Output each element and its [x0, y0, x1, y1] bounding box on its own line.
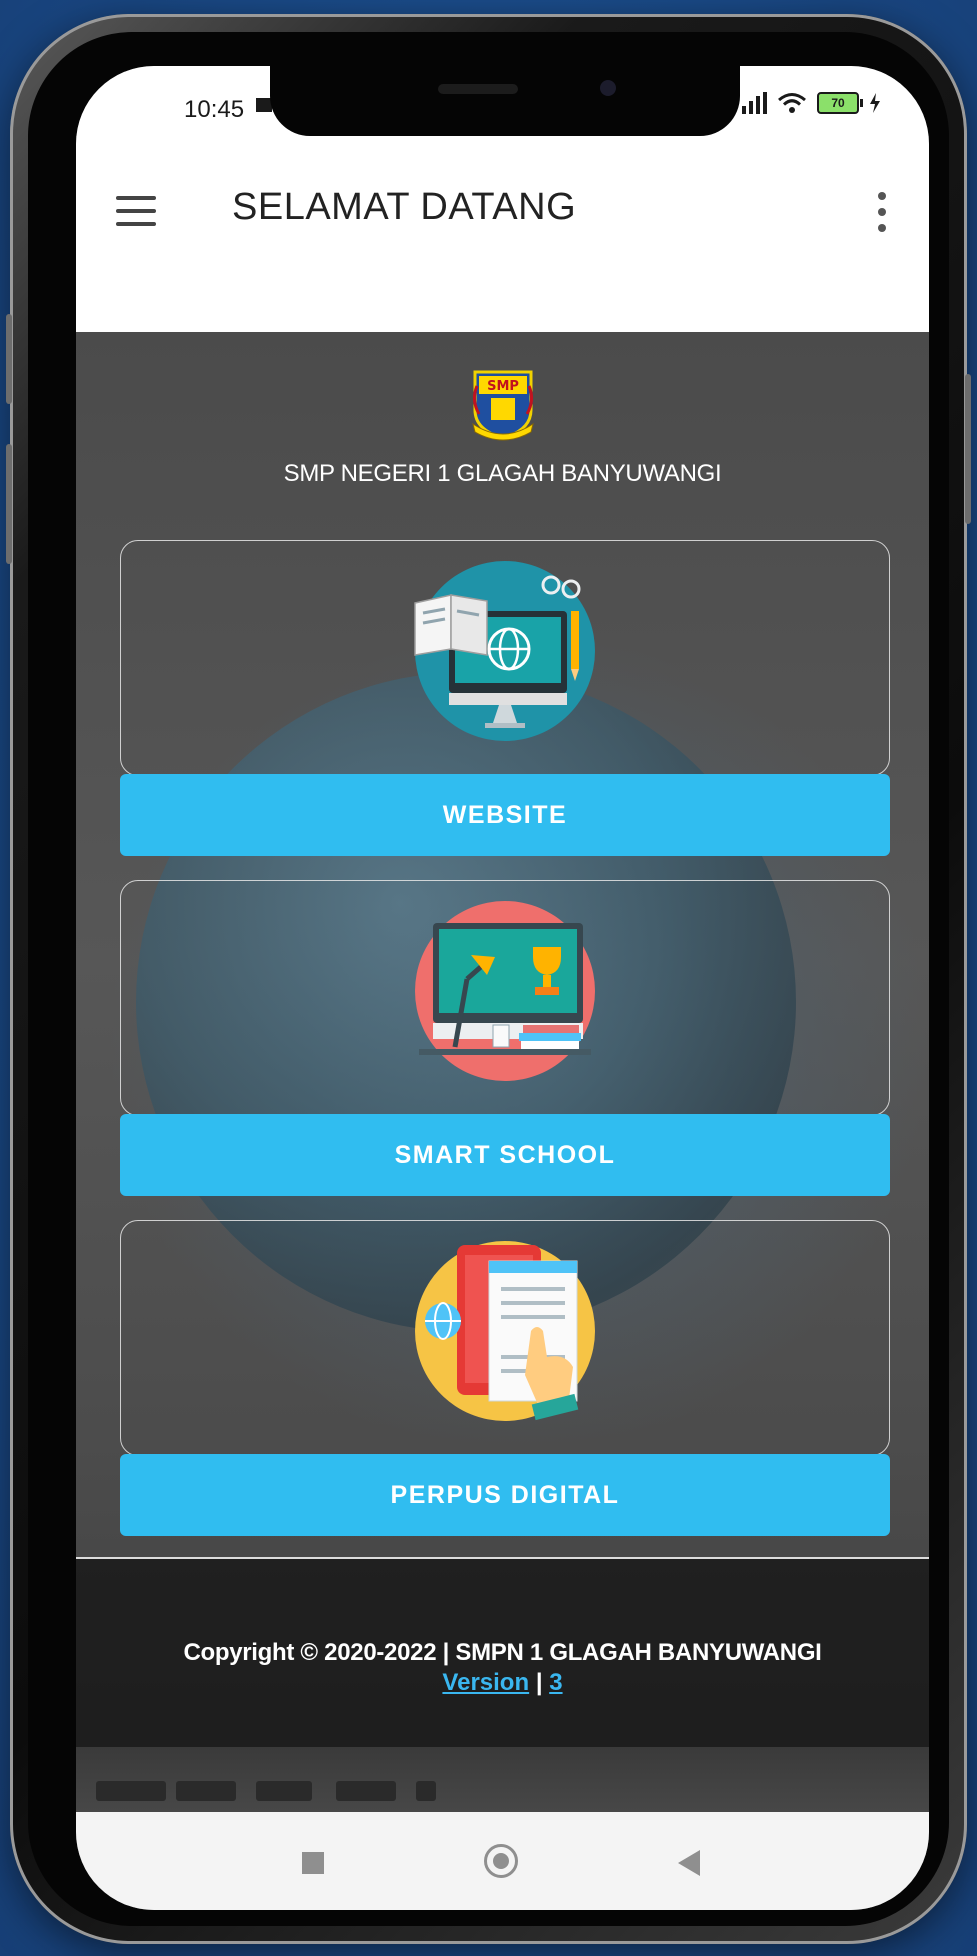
website-button[interactable]: WEBSITE: [120, 774, 890, 856]
computer-globe-icon: [414, 561, 595, 741]
front-camera: [600, 80, 616, 96]
app-title: SELAMAT DATANG: [232, 186, 577, 228]
copyright-text: Copyright © 2020-2022 | SMPN 1 GLAGAH BA…: [183, 1639, 822, 1666]
app-bar: SELAMAT DATANG: [76, 146, 929, 332]
back-button[interactable]: [678, 1850, 700, 1876]
status-icons: 70: [742, 92, 881, 114]
version-line: Version | 3: [76, 1669, 929, 1697]
version-number-link[interactable]: 3: [549, 1669, 562, 1696]
recent-apps-button[interactable]: [302, 1852, 324, 1874]
phone-notch: [270, 66, 740, 136]
signal-icon: [742, 92, 767, 114]
side-button-left: [6, 314, 12, 404]
android-nav-bar: [76, 1812, 929, 1910]
perpus-digital-card[interactable]: [120, 1220, 890, 1456]
side-button-right: [965, 374, 971, 524]
side-button-left: [6, 444, 12, 564]
keyboard-key: [176, 1781, 236, 1801]
battery-icon: 70: [817, 92, 863, 114]
desk-trophy-icon: [415, 901, 595, 1081]
keyboard-key: [256, 1781, 312, 1801]
perpus-digital-button[interactable]: PERPUS DIGITAL: [120, 1454, 890, 1536]
school-name: SMP NEGERI 1 GLAGAH BANYUWANGI: [283, 460, 722, 487]
tablet-ebook-icon: [415, 1241, 595, 1421]
speaker-grille: [438, 84, 518, 94]
smart-school-card[interactable]: [120, 880, 890, 1116]
school-logo: SMP: [472, 370, 534, 441]
keyboard-key: [336, 1781, 396, 1801]
footer: Copyright © 2020-2022 | SMPN 1 GLAGAH BA…: [76, 1557, 929, 1749]
keyboard-key: [416, 1781, 436, 1801]
version-separator: |: [535, 1669, 543, 1696]
website-card[interactable]: [120, 540, 890, 776]
wifi-icon: [778, 93, 806, 113]
hamburger-menu-icon[interactable]: [116, 196, 160, 230]
smart-school-button[interactable]: SMART SCHOOL: [120, 1114, 890, 1196]
keyboard-key: [96, 1781, 166, 1801]
main-content: SMP SMP NEGERI 1 GLAGAH BANYUWANGI WEBSI…: [76, 332, 929, 1910]
version-link[interactable]: Version: [442, 1669, 529, 1696]
home-button[interactable]: [484, 1844, 518, 1878]
overflow-menu-icon[interactable]: [871, 188, 891, 238]
logo-text: SMP: [487, 379, 519, 394]
status-time: 10:45: [184, 96, 245, 123]
phone-screen: 10:45 70 SELAMAT DATANG SMP SMP NEGERI 1…: [76, 66, 929, 1910]
charging-icon: [870, 93, 880, 113]
